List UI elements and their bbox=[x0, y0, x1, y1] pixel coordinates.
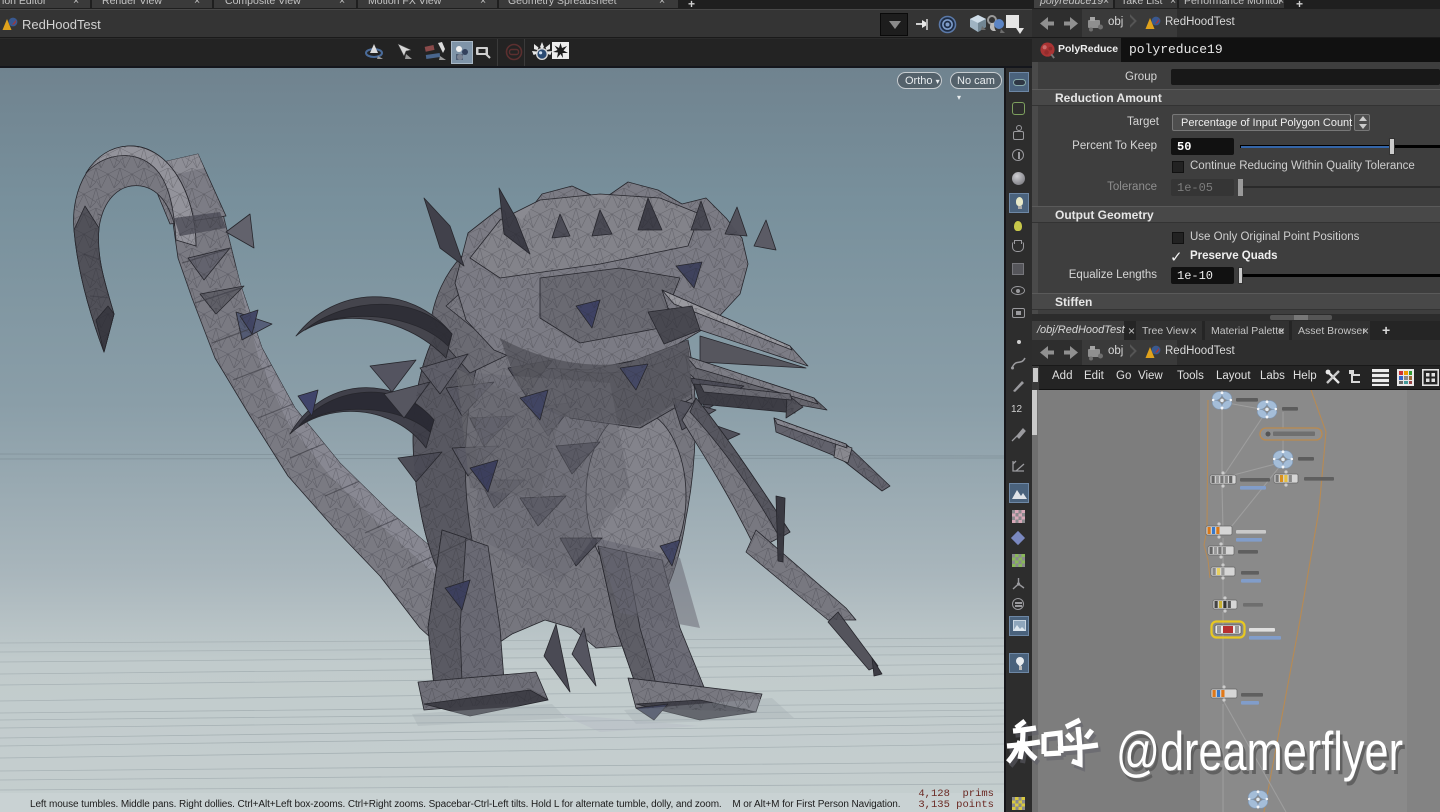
svg-text:@dreamerflyer: @dreamerflyer bbox=[1116, 720, 1403, 782]
